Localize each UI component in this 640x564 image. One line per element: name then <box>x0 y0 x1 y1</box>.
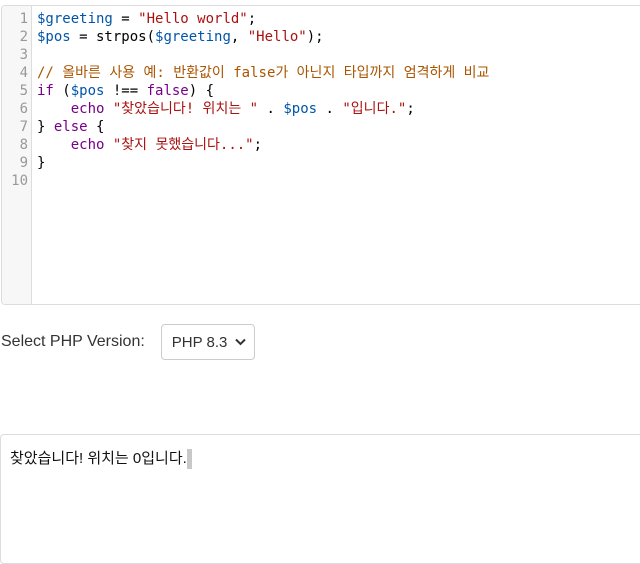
code-token: . <box>317 101 343 117</box>
line-number: 8 <box>19 137 28 153</box>
code-token: { <box>87 119 105 135</box>
code-token: ; <box>406 101 415 117</box>
code-token: $pos <box>283 101 318 117</box>
code-line: echo "찾지 못했습니다..."; <box>37 136 640 154</box>
line-number-gutter: 1 2 3 4 5 6 7 8 9 10 <box>2 6 32 304</box>
code-token: . <box>258 101 284 117</box>
code-token: $pos <box>70 83 105 99</box>
code-line: // 올바른 사용 예: 반환값이 false가 아닌지 타입까지 엄격하게 비… <box>37 64 640 82</box>
php-version-row: Select PHP Version: PHP 8.3 <box>1 323 256 361</box>
code-token: "찾았습니다! 위치는 " <box>112 101 259 117</box>
code-token: if <box>37 83 54 99</box>
line-number: 4 <box>19 65 28 81</box>
code-token: } <box>37 119 54 135</box>
code-token: !== <box>104 83 147 99</box>
code-line: ​ <box>37 172 640 190</box>
code-token: "Hello" <box>247 29 307 45</box>
line-number: 5 <box>19 83 28 99</box>
code-area[interactable]: $greeting = "Hello world"; $pos = strpos(… <box>37 10 640 190</box>
code-token: $pos <box>37 29 71 45</box>
code-token: , <box>230 29 248 45</box>
code-token: ( <box>53 83 71 99</box>
code-token: ; <box>247 11 257 27</box>
code-line: } <box>37 154 640 172</box>
line-number: 3 <box>19 47 28 63</box>
code-token: ; <box>253 137 263 153</box>
php-version-label: Select PHP Version: <box>1 333 145 350</box>
code-token: false <box>146 83 189 99</box>
php-version-selected: PHP 8.3 <box>171 333 228 351</box>
text-cursor <box>186 449 192 470</box>
line-number: 7 <box>19 119 28 135</box>
line-number: 9 <box>19 155 28 171</box>
code-token: = strpos( <box>70 29 156 45</box>
code-editor[interactable]: 1 2 3 4 5 6 7 8 9 10 $greeting = "Hello world"; $p… <box>1 5 640 305</box>
line-number: 10 <box>11 173 28 189</box>
code-token: $greeting <box>37 11 113 27</box>
output-panel[interactable]: 찾았습니다! 위치는 0입니다. <box>0 434 640 564</box>
code-line: echo "찾았습니다! 위치는 " . $pos . "입니다."; <box>37 100 640 118</box>
code-line: } else { <box>37 118 640 136</box>
code-token: "Hello world" <box>138 11 248 27</box>
code-token: $greeting <box>155 29 231 45</box>
code-token: "찾지 못했습니다..." <box>112 137 254 153</box>
code-token: "입니다." <box>342 101 407 117</box>
line-number: 2 <box>19 29 28 45</box>
php-version-select[interactable]: PHP 8.3 <box>160 324 256 360</box>
code-line: $greeting = "Hello world"; <box>37 10 640 28</box>
code-token: echo <box>70 101 105 117</box>
chevron-down-icon <box>235 335 247 349</box>
line-number: 6 <box>19 101 28 117</box>
code-line: $pos = strpos($greeting, "Hello"); <box>37 28 640 46</box>
code-token: echo <box>70 137 105 153</box>
code-line: ​ <box>37 46 640 64</box>
code-token: ); <box>306 29 324 45</box>
code-line: if ($pos !== false) { <box>37 82 640 100</box>
code-token: else <box>53 119 88 135</box>
code-token: } <box>37 155 46 171</box>
code-token: ) { <box>188 83 215 99</box>
output-text: 찾았습니다! 위치는 0입니다. <box>10 450 187 467</box>
code-token: // 올바른 사용 예: 반환값이 false가 아닌지 타입까지 엄격하게 비… <box>37 65 490 81</box>
line-number: 1 <box>19 11 28 27</box>
code-token: = <box>112 11 139 27</box>
